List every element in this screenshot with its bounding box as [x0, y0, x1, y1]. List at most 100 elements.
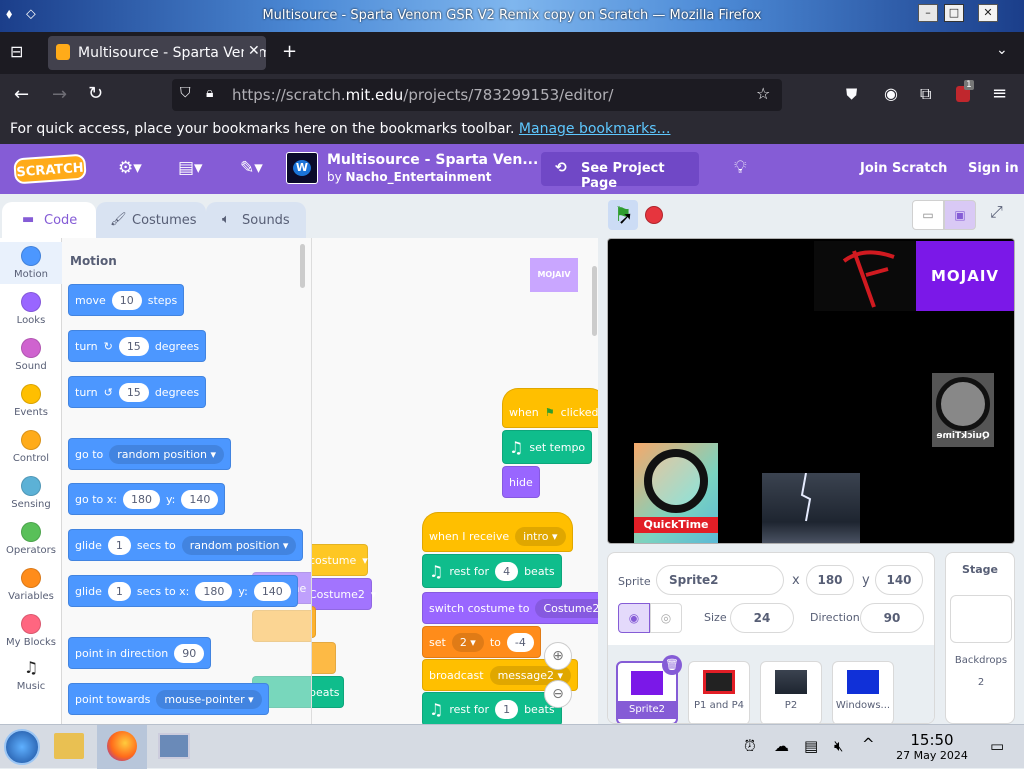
y-input[interactable]: 140 [253, 581, 291, 601]
x-input[interactable]: 180 [806, 565, 854, 595]
category-sound[interactable]: Sound [0, 338, 62, 372]
system-monitor-icon[interactable] [158, 733, 190, 759]
block-glide-to[interactable]: glide 1 secs to random position ▾ [68, 529, 304, 561]
extensions-icon[interactable]: ⧉ [920, 84, 931, 104]
file-manager-icon[interactable] [54, 733, 84, 759]
show-sprite-eye-icon[interactable]: ◉ [618, 603, 650, 633]
volume-muted-icon[interactable]: 🔇︎ [834, 737, 843, 755]
settings-gear-icon[interactable]: ⚙▾ [118, 158, 142, 178]
block-move-steps[interactable]: move 10 steps [68, 284, 185, 316]
y-input[interactable]: 140 [181, 489, 219, 509]
category-control[interactable]: Control [0, 430, 62, 464]
tab-code[interactable]: ▬ Code [2, 202, 96, 238]
y-input[interactable]: 140 [875, 565, 923, 595]
category-looks[interactable]: Looks [0, 292, 62, 326]
goto-target-dropdown[interactable]: random position ▾ [109, 444, 225, 464]
stage-thumbnail[interactable] [950, 595, 1012, 643]
lock-icon[interactable]: 🔒︎ [206, 85, 213, 101]
category-motion[interactable]: Motion [0, 242, 62, 284]
category-events[interactable]: Events [0, 384, 62, 418]
close-button[interactable]: ✕ [978, 4, 998, 22]
firefox-taskbar-item[interactable] [97, 725, 147, 769]
beats-input[interactable]: 4 [495, 561, 519, 581]
author-name[interactable]: Nacho_Entertainment [346, 170, 492, 184]
maximize-button[interactable]: □ [944, 4, 964, 22]
towards-dropdown[interactable]: mouse-pointer ▾ [156, 689, 262, 709]
tab-list-icon[interactable]: ⊟ [10, 42, 23, 61]
delete-sprite-icon[interactable]: 🗑︎ [662, 655, 682, 675]
clock-time[interactable]: 15:50 [890, 731, 974, 749]
dragging-block[interactable]: Costume2 ▾ [312, 578, 376, 610]
rest-for-block[interactable]: ♫ rest for 1 beats [422, 692, 562, 724]
minimize-button[interactable]: – [918, 4, 938, 22]
size-input[interactable]: 24 [730, 603, 794, 633]
tab-sounds[interactable]: 🔈︎ Sounds [206, 202, 306, 238]
block-turn-left[interactable]: turn ↺ 15 degrees [68, 376, 207, 408]
category-my-blocks[interactable]: My Blocks [0, 614, 62, 648]
start-button-icon[interactable] [4, 729, 40, 765]
cloud-icon[interactable]: ☁ [774, 737, 789, 755]
forward-icon[interactable]: → [52, 84, 67, 105]
degrees-input[interactable]: 15 [118, 382, 149, 402]
sprite-tile-p2[interactable]: P2 [760, 661, 822, 723]
direction-input[interactable]: 90 [174, 643, 205, 663]
category-variables[interactable]: Variables [0, 568, 62, 602]
sprite-tile-windows[interactable]: Windows... [832, 661, 894, 723]
dragging-block[interactable]: beats [312, 676, 344, 708]
block-glide-to-xy[interactable]: glide 1 secs to x: 180 y: 140 [68, 575, 298, 607]
url-bar[interactable]: ⛉ 🔒︎ https://scratch.mit.edu/projects/78… [172, 79, 782, 111]
join-scratch-link[interactable]: Join Scratch [860, 161, 947, 176]
beats-input[interactable]: 1 [495, 699, 519, 719]
direction-input[interactable]: 90 [860, 603, 924, 633]
stage-canvas[interactable]: MOJAIV QuickTime QuickTime [607, 238, 1015, 544]
fullscreen-icon[interactable]: ⤢ [990, 202, 1003, 222]
show-desktop-icon[interactable]: ▭ [990, 737, 1004, 755]
manage-bookmarks-link[interactable]: Manage bookmarks… [519, 121, 671, 137]
stage-selector-pane[interactable]: Stage Backdrops 2 [945, 552, 1015, 724]
clipboard-icon[interactable]: ▤ [804, 737, 818, 755]
switch-costume-block[interactable]: switch costume to Costume2 ▾ [422, 592, 598, 624]
stop-icon[interactable] [645, 206, 663, 224]
clock-date[interactable]: 27 May 2024 [884, 749, 980, 762]
category-sensing[interactable]: Sensing [0, 476, 62, 510]
block-point-direction[interactable]: point in direction 90 [68, 637, 212, 669]
degrees-input[interactable]: 15 [118, 336, 149, 356]
message-dropdown[interactable]: intro ▾ [515, 526, 566, 546]
block-point-towards[interactable]: point towards mouse-pointer ▾ [68, 683, 269, 715]
alarm-icon[interactable]: ⏰︎ [744, 737, 756, 755]
sprite-tile-sprite2[interactable]: Sprite2 🗑︎ [616, 655, 682, 723]
sprite-tile-p1-p4[interactable]: P1 and P4 [688, 661, 750, 723]
small-stage-icon[interactable]: ▭ [912, 200, 944, 230]
rest-for-block[interactable]: ♫ rest for 4 beats [422, 554, 562, 588]
see-project-page-button[interactable]: ⟲ See Project Page [541, 152, 699, 191]
app-menu-icon[interactable]: ≡ [992, 83, 1007, 104]
tab-close-icon[interactable]: ✕ [244, 43, 260, 59]
when-i-receive-block[interactable]: when I receive intro ▾ [422, 512, 573, 552]
set-variable-block[interactable]: set 2 ▾ to -4 [422, 626, 541, 658]
browser-tab[interactable]: Multisource - Sparta Venom GSR V2 Remix … [48, 36, 266, 70]
x-input[interactable]: 180 [122, 489, 160, 509]
account-icon[interactable]: ◉ [884, 84, 898, 103]
hide-sprite-eye-icon[interactable]: ◎ [650, 603, 682, 633]
costume-dropdown[interactable]: Costume2 ▾ [535, 598, 598, 618]
back-icon[interactable]: ← [14, 84, 29, 105]
reload-icon[interactable]: ↻ [88, 83, 103, 104]
scratch-logo[interactable]: SCRATCH [13, 153, 87, 185]
zoom-in-icon[interactable]: ⊕ [544, 642, 572, 670]
value-input[interactable]: -4 [506, 632, 534, 652]
code-workspace[interactable]: costume ▾ Costume2 ▾ beats MOJAIV when ⚑ c… [312, 238, 598, 724]
dragging-block[interactable] [312, 606, 316, 638]
workspace-scrollbar[interactable] [592, 266, 597, 336]
hide-block[interactable]: hide [502, 466, 540, 498]
block-turn-right[interactable]: turn ↻ 15 degrees [68, 330, 207, 362]
set-tempo-block[interactable]: ♫ set tempo [502, 430, 593, 464]
project-title[interactable]: Multisource - Sparta Ven... [327, 152, 538, 168]
tab-overflow-chevron-icon[interactable]: ⌄ [996, 42, 1008, 58]
category-operators[interactable]: Operators [0, 522, 62, 556]
category-music[interactable]: ♫ Music [0, 658, 62, 692]
theme-bulb-icon[interactable]: 💡︎ [734, 157, 747, 178]
sign-in-link[interactable]: Sign in [968, 161, 1019, 176]
file-menu-icon[interactable]: ▤▾ [178, 158, 203, 178]
edit-menu-icon[interactable]: ✎▾ [240, 158, 263, 178]
shield-icon[interactable]: ⛉ [180, 85, 191, 101]
